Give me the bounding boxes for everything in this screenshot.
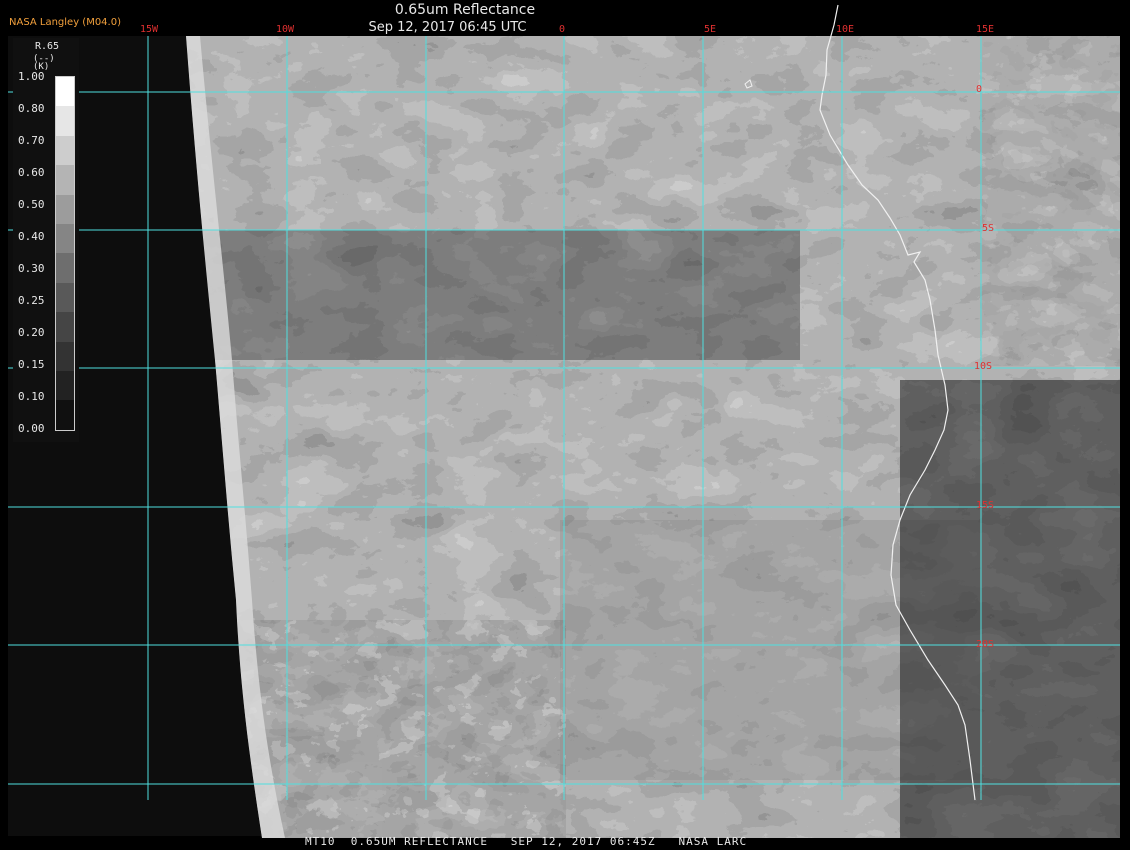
map-datetime: Sep 12, 2017 06:45 UTC [368, 20, 527, 35]
legend-color-step [56, 312, 74, 342]
legend-tick: 0.60 [18, 166, 45, 179]
reflectance-legend: R.65 (K) (--) 1.00 0.80 0.70 0.60 0.50 0.40 0.… [13, 38, 79, 442]
legend-color-step [56, 371, 74, 401]
lon-label-15w: 15W [140, 24, 159, 35]
lat-label-5s: 5S [982, 223, 995, 234]
lon-label-15e: 15E [976, 24, 995, 35]
legend-tick: 1.00 [18, 70, 45, 83]
legend-color-step [56, 282, 74, 313]
lon-label-10w: 10W [276, 24, 295, 35]
legend-tick: 0.50 [18, 198, 45, 211]
legend-color-bar [55, 76, 75, 431]
lat-label-20s: 20S [976, 639, 995, 650]
satellite-imagery [0, 0, 1130, 850]
legend-tick: 0.00 [18, 422, 45, 435]
lon-label-5e: 5E [704, 24, 717, 35]
footer-caption: MT10 0.65UM REFLECTANCE SEP 12, 2017 06:… [305, 835, 748, 848]
legend-tick: 0.30 [18, 262, 45, 275]
legend-color-step [56, 400, 74, 430]
lat-label-0: 0 [976, 84, 983, 95]
legend-variable-name: R.65 [35, 41, 60, 52]
legend-color-step [56, 341, 74, 372]
legend-tick: 0.40 [18, 230, 45, 243]
legend-tick: 0.25 [18, 294, 45, 307]
legend-color-step [56, 77, 74, 107]
legend-tick: 0.15 [18, 358, 45, 371]
legend-color-step [56, 224, 74, 254]
lon-label-10e: 10E [836, 24, 855, 35]
legend-color-step [56, 106, 74, 136]
legend-tick: 0.10 [18, 390, 45, 403]
lat-label-15s: 15S [976, 500, 995, 511]
lat-label-10s: 10S [974, 361, 993, 372]
lon-label-0: 0 [559, 24, 566, 35]
map-title: 0.65um Reflectance [394, 2, 536, 18]
legend-tick: 0.80 [18, 102, 45, 115]
legend-color-step [56, 253, 74, 283]
producer-label: NASA Langley (M04.0) [9, 17, 121, 28]
legend-color-step [56, 135, 74, 166]
legend-color-step [56, 165, 74, 195]
legend-tick: 0.20 [18, 326, 45, 339]
legend-tick: 0.70 [18, 134, 45, 147]
legend-unit: (--) [33, 54, 55, 64]
legend-color-step [56, 194, 74, 225]
